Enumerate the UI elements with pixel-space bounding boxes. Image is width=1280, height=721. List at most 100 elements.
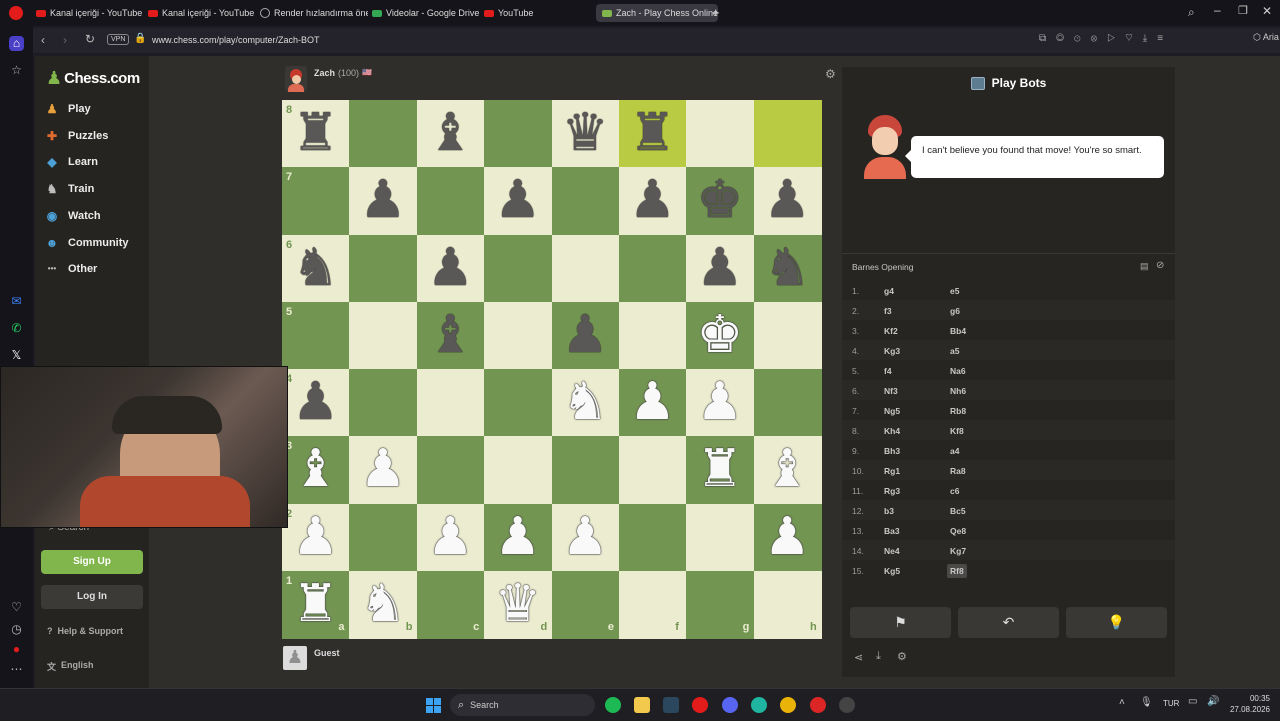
windows-start-icon[interactable] xyxy=(426,698,441,713)
black-move[interactable]: c6 xyxy=(950,486,959,496)
panel-settings-icon[interactable]: ⚙ xyxy=(897,650,907,663)
square-b5[interactable] xyxy=(349,301,418,370)
square-e6[interactable] xyxy=(551,234,620,303)
browser-tab[interactable]: Render hızlandırma önerile xyxy=(260,4,368,22)
black-pawn-b7[interactable]: ♟ xyxy=(349,167,416,234)
square-h4[interactable] xyxy=(753,369,822,437)
reload-icon[interactable]: ↻ xyxy=(85,32,95,46)
mic-icon[interactable]: 🎙 xyxy=(1140,697,1153,708)
current-move[interactable]: Rf8 xyxy=(947,564,967,578)
heart-icon[interactable]: ♡ xyxy=(9,600,24,615)
nav-item-watch[interactable]: ◉ Watch xyxy=(44,206,101,226)
opera-icon[interactable]: ● xyxy=(9,642,24,657)
black-move[interactable]: Bb4 xyxy=(950,326,966,336)
square-d4[interactable] xyxy=(484,369,553,437)
analysis-icon[interactable]: ⊘ xyxy=(1156,260,1164,271)
chesscom-logo[interactable]: ♟ Chess.com xyxy=(46,68,140,89)
aria-button[interactable]: ⬡ Aria xyxy=(1253,32,1279,43)
login-button[interactable]: Log In xyxy=(41,585,143,609)
black-king-g7[interactable]: ♚ xyxy=(686,167,753,234)
black-move[interactable]: Qe8 xyxy=(950,526,966,536)
black-move[interactable]: e5 xyxy=(950,286,959,296)
language-indicator[interactable]: TUR xyxy=(1163,699,1179,708)
history-icon[interactable]: ◷ xyxy=(9,622,24,637)
white-pawn-b3[interactable]: ♟ xyxy=(349,436,416,503)
resign-button[interactable]: ⚑ xyxy=(850,607,951,638)
help-link[interactable]: ? Help & Support xyxy=(47,626,123,636)
black-move[interactable]: a4 xyxy=(950,446,959,456)
white-pawn-f4[interactable]: ♟ xyxy=(619,369,686,436)
nav-item-other[interactable]: ••• Other xyxy=(44,259,98,279)
black-move[interactable]: Na6 xyxy=(950,366,966,376)
square-c3[interactable] xyxy=(416,436,485,505)
square-e7[interactable] xyxy=(551,167,620,236)
black-move[interactable]: Nh6 xyxy=(950,386,966,396)
discord-icon[interactable] xyxy=(722,697,738,713)
square-f2[interactable] xyxy=(618,503,687,572)
opera-taskbar-icon[interactable] xyxy=(692,697,708,713)
nav-item-play[interactable]: ♟ Play xyxy=(44,99,91,119)
black-bishop-c5[interactable]: ♝ xyxy=(417,302,484,369)
square-b8[interactable] xyxy=(349,100,418,168)
black-move[interactable]: Kg7 xyxy=(950,546,966,556)
black-rook-f8[interactable]: ♜ xyxy=(619,100,686,167)
black-move[interactable]: Bc5 xyxy=(950,506,966,516)
url-field[interactable]: www.chess.com/play/computer/Zach-BOT xyxy=(152,35,320,45)
square-d8[interactable] xyxy=(484,100,553,168)
share-icon[interactable]: ⋖ xyxy=(854,651,863,664)
white-move[interactable]: Ba3 xyxy=(884,526,900,536)
square-a7[interactable] xyxy=(282,167,350,236)
square-e3[interactable] xyxy=(551,436,620,505)
white-move[interactable]: f4 xyxy=(884,366,892,376)
search-tabs-icon[interactable]: ⌕ xyxy=(1188,5,1195,20)
undo-button[interactable]: ↶ xyxy=(958,607,1059,638)
black-bishop-c8[interactable]: ♝ xyxy=(417,100,484,167)
chrome-alt-icon[interactable] xyxy=(810,697,826,713)
spotify-icon[interactable] xyxy=(605,697,621,713)
x-icon[interactable]: 𝕏 xyxy=(9,348,24,363)
black-pawn-f7[interactable]: ♟ xyxy=(619,167,686,234)
white-move[interactable]: g4 xyxy=(884,286,894,296)
white-move[interactable]: b3 xyxy=(884,506,894,516)
vpn-badge[interactable]: VPN xyxy=(107,34,130,45)
star-icon[interactable]: ☆ xyxy=(9,63,24,78)
square-c7[interactable] xyxy=(416,167,485,236)
white-bishop-h3[interactable]: ♝ xyxy=(754,436,821,503)
chrome-icon[interactable] xyxy=(780,697,796,713)
white-move[interactable]: Bh3 xyxy=(884,446,900,456)
white-pawn-c2[interactable]: ♟ xyxy=(417,504,484,571)
white-move[interactable]: Nf3 xyxy=(884,386,898,396)
white-king-g5[interactable]: ♚ xyxy=(686,302,753,369)
square-b4[interactable] xyxy=(349,369,418,437)
white-move[interactable]: Rg1 xyxy=(884,466,900,476)
browser-tab[interactable]: Videolar - Google Drive xyxy=(372,4,480,22)
signup-button[interactable]: Sign Up xyxy=(41,550,143,574)
language-link[interactable]: 文 English xyxy=(47,660,94,673)
square-g8[interactable] xyxy=(686,100,755,168)
white-rook-g3[interactable]: ♜ xyxy=(686,436,753,503)
black-pawn-h7[interactable]: ♟ xyxy=(754,167,821,234)
black-move[interactable]: a5 xyxy=(950,346,959,356)
nav-item-puzzles[interactable]: ✚ Puzzles xyxy=(44,126,108,146)
white-move[interactable]: f3 xyxy=(884,306,892,316)
white-move[interactable]: Kh4 xyxy=(884,426,900,436)
white-move[interactable]: Rg3 xyxy=(884,486,900,496)
toolbar-icons[interactable]: ⧉◎⊙⊗▷♡⤓≡ xyxy=(1039,33,1173,44)
volume-icon[interactable]: 🔊 xyxy=(1207,696,1219,707)
square-h5[interactable] xyxy=(753,301,822,370)
square-b2[interactable] xyxy=(349,503,418,572)
white-pawn-e2[interactable]: ♟ xyxy=(552,504,619,571)
browser-tab[interactable]: YouTube xyxy=(484,4,584,22)
square-d6[interactable] xyxy=(484,234,553,303)
white-knight-e4[interactable]: ♞ xyxy=(552,369,619,436)
opera-logo-icon[interactable] xyxy=(9,6,23,20)
minimize-icon[interactable]: – xyxy=(1214,3,1221,17)
book-icon[interactable]: ▤ xyxy=(1140,261,1149,272)
white-move[interactable]: Kg5 xyxy=(884,566,900,576)
black-move[interactable]: Ra8 xyxy=(950,466,966,476)
chess-board[interactable]: ♜ ♝ ♛ ♜ ♟ ♟ ♟ ♚ ♟ ♞ ♟ ♟ ♞ ♝ ♟ ♚ ♟ ♞ ♟ ♟ ♝ ♟ ♜ ♝ ♟ ♟ ♟ ♟ ♟ ♜ ♞ ♛ 8 7 6 5 4 3 2 1… xyxy=(282,100,822,639)
black-knight-h6[interactable]: ♞ xyxy=(754,235,821,302)
square-a5[interactable] xyxy=(282,301,350,370)
white-move[interactable]: Ne4 xyxy=(884,546,900,556)
network-icon[interactable]: ▭ xyxy=(1188,696,1197,707)
